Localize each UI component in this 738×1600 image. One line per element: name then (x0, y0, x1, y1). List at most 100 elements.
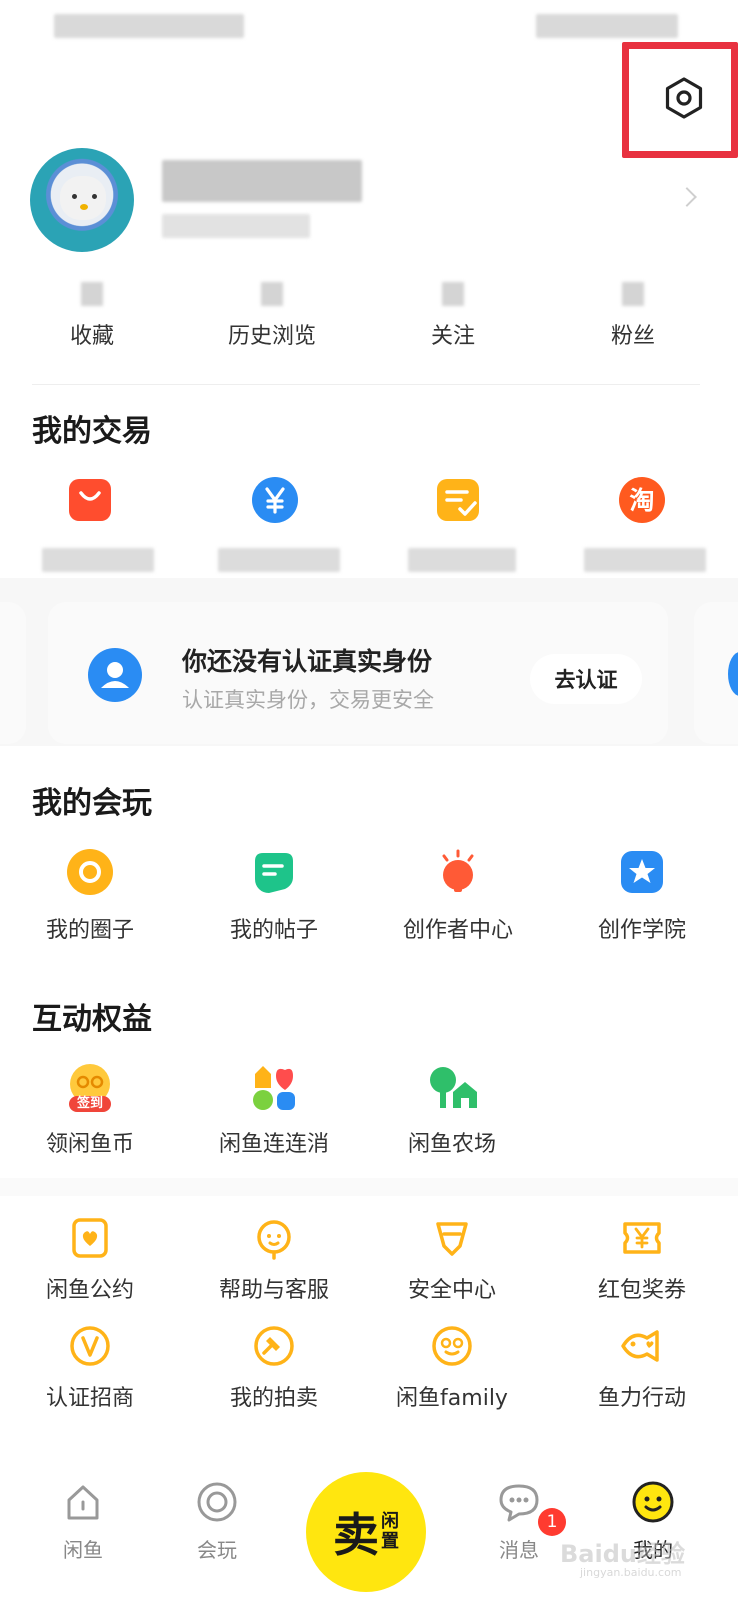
service-item-label: 帮助与客服 (218, 1278, 329, 1303)
stat-count-blurred (261, 282, 283, 306)
service-item-family[interactable]: 闲鱼family (362, 1322, 542, 1412)
stat-label: 收藏 (69, 324, 114, 349)
play-item-creator[interactable]: 创作者中心 (368, 848, 548, 944)
stat-history[interactable]: 历史浏览 (197, 270, 347, 350)
user-shield-icon (88, 648, 142, 702)
stat-fans[interactable]: 粉丝 (558, 270, 708, 350)
avatar-eye-right (92, 194, 97, 199)
tab-label: 闲鱼 (63, 1538, 103, 1562)
play-item-label: 创作者中心 (402, 918, 513, 943)
service-item-merchant[interactable]: 认证招商 (0, 1322, 180, 1412)
sell-main-label: 卖 (333, 1508, 379, 1562)
username-blurred (162, 160, 362, 202)
play-item-label: 我的圈子 (45, 918, 134, 943)
family-face-icon (428, 1322, 476, 1370)
convention-heart-icon (66, 1214, 114, 1262)
farm-tree-icon (425, 1062, 479, 1116)
trade-item-taobao[interactable]: 淘 (552, 476, 732, 524)
section-title-trade: 我的交易 (32, 414, 152, 449)
service-item-security[interactable]: 安全中心 (362, 1214, 542, 1304)
section-title-play: 我的会玩 (32, 786, 152, 821)
shield-icon (428, 1214, 476, 1262)
sell-button[interactable]: 卖 闲 置 (306, 1472, 426, 1592)
watermark: Baidu经验 (560, 1540, 685, 1568)
trade-label-blurred (42, 548, 154, 572)
service-item-label: 闲鱼family (396, 1386, 508, 1411)
verify-title: 你还没有认证真实身份 (182, 647, 433, 676)
service-item-label: 红包奖券 (597, 1278, 686, 1303)
stat-favorites[interactable]: 收藏 (17, 270, 167, 350)
sell-sub-label-2: 置 (381, 1531, 399, 1552)
sell-sub-label: 闲 置 (381, 1512, 399, 1552)
message-count-badge: 1 (538, 1508, 566, 1536)
mine-face-icon (632, 1481, 674, 1523)
status-bar-left (54, 14, 244, 38)
verify-subtitle: 认证真实身份，交易更安全 (182, 688, 434, 712)
service-item-label: 闲鱼公约 (45, 1278, 134, 1303)
play-item-label: 创作学院 (597, 918, 686, 943)
trade-item-sold[interactable] (185, 476, 365, 524)
watermark-sub: jingyan.baidu.com (580, 1566, 682, 1579)
trade-label-blurred (584, 548, 706, 572)
trade-label-blurred (408, 548, 516, 572)
trade-item-published[interactable] (0, 476, 180, 524)
tab-play[interactable]: 会玩 (162, 1480, 272, 1563)
service-item-auction[interactable]: 我的拍卖 (184, 1322, 364, 1412)
play-item-posts[interactable]: 我的帖子 (184, 848, 364, 944)
stat-count-blurred (622, 282, 644, 306)
play-item-circle[interactable]: 我的圈子 (0, 848, 180, 944)
stat-following[interactable]: 关注 (378, 270, 528, 350)
ring-icon (197, 1482, 237, 1522)
chat-bubble-icon (499, 1484, 539, 1522)
checkin-badge-text: 签到 (76, 1096, 103, 1111)
post-note-icon (250, 848, 298, 896)
stat-count-blurred (442, 282, 464, 306)
status-bar-right (536, 14, 678, 38)
match-game-icon (247, 1062, 301, 1116)
yuan-icon (251, 476, 299, 524)
service-item-help[interactable]: 帮助与客服 (184, 1214, 364, 1304)
service-item-convention[interactable]: 闲鱼公约 (0, 1214, 180, 1304)
avatar-nose (80, 204, 88, 210)
stat-count-blurred (81, 282, 103, 306)
service-item-label: 认证招商 (45, 1386, 134, 1411)
home-icon (67, 1485, 99, 1520)
rights-item-match[interactable]: 闲鱼连连消 (184, 1062, 364, 1158)
stat-label: 历史浏览 (227, 324, 316, 349)
service-item-coupons[interactable]: 红包奖券 (552, 1214, 732, 1304)
rights-item-label: 领闲鱼币 (45, 1132, 134, 1157)
service-item-fish-action[interactable]: 鱼力行动 (552, 1322, 732, 1412)
avatar-eye-left (72, 194, 77, 199)
service-item-label: 安全中心 (407, 1278, 496, 1303)
stat-label: 关注 (430, 324, 475, 349)
avatar[interactable] (30, 148, 134, 252)
settings-button[interactable] (656, 70, 712, 126)
divider (32, 384, 700, 385)
verify-button[interactable]: 去认证 (530, 654, 642, 704)
hexagon-gear-icon (665, 77, 703, 119)
v-badge-icon (66, 1322, 114, 1370)
trade-item-bought[interactable] (368, 476, 548, 524)
chevron-right-icon[interactable] (677, 187, 697, 207)
service-item-label: 鱼力行动 (597, 1386, 686, 1411)
sell-sub-label-1: 闲 (381, 1511, 399, 1532)
order-check-icon (434, 476, 482, 524)
carousel-prev-card[interactable] (0, 602, 26, 744)
checkin-coin-icon: 签到 (63, 1062, 117, 1116)
stats-row: 收藏 历史浏览 关注 粉丝 (0, 270, 738, 360)
section-title-rights: 互动权益 (32, 1002, 152, 1037)
play-item-label: 我的帖子 (229, 918, 318, 943)
shopping-bag-icon (66, 476, 114, 524)
rights-item-farm[interactable]: 闲鱼农场 (362, 1062, 542, 1158)
rights-item-label: 闲鱼农场 (407, 1132, 496, 1157)
gavel-icon (250, 1322, 298, 1370)
user-subinfo-blurred (162, 214, 310, 238)
rights-item-coins[interactable]: 签到 领闲鱼币 (0, 1062, 180, 1158)
play-item-academy[interactable]: 创作学院 (552, 848, 732, 944)
section-separator (0, 1178, 738, 1196)
trade-label-blurred (218, 548, 340, 572)
stat-label: 粉丝 (610, 324, 655, 349)
taobao-icon: 淘 (618, 476, 666, 524)
taobao-glyph: 淘 (629, 486, 654, 515)
tab-home[interactable]: 闲鱼 (28, 1480, 138, 1563)
